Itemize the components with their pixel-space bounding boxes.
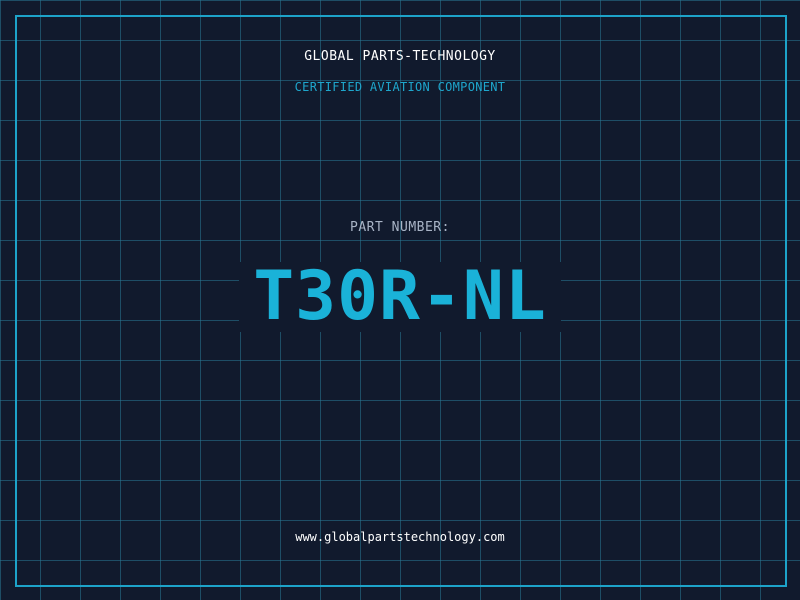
part-number-box: T30R-NL	[239, 262, 561, 332]
part-number-label: PART NUMBER:	[350, 220, 450, 235]
label-canvas: GLOBAL PARTS-TECHNOLOGY CERTIFIED AVIATI…	[0, 0, 800, 600]
part-number-value: T30R-NL	[253, 257, 547, 336]
website-url: www.globalpartstechnology.com	[295, 530, 505, 544]
company-name: GLOBAL PARTS-TECHNOLOGY	[304, 49, 496, 64]
certification-subtitle: CERTIFIED AVIATION COMPONENT	[294, 80, 506, 94]
